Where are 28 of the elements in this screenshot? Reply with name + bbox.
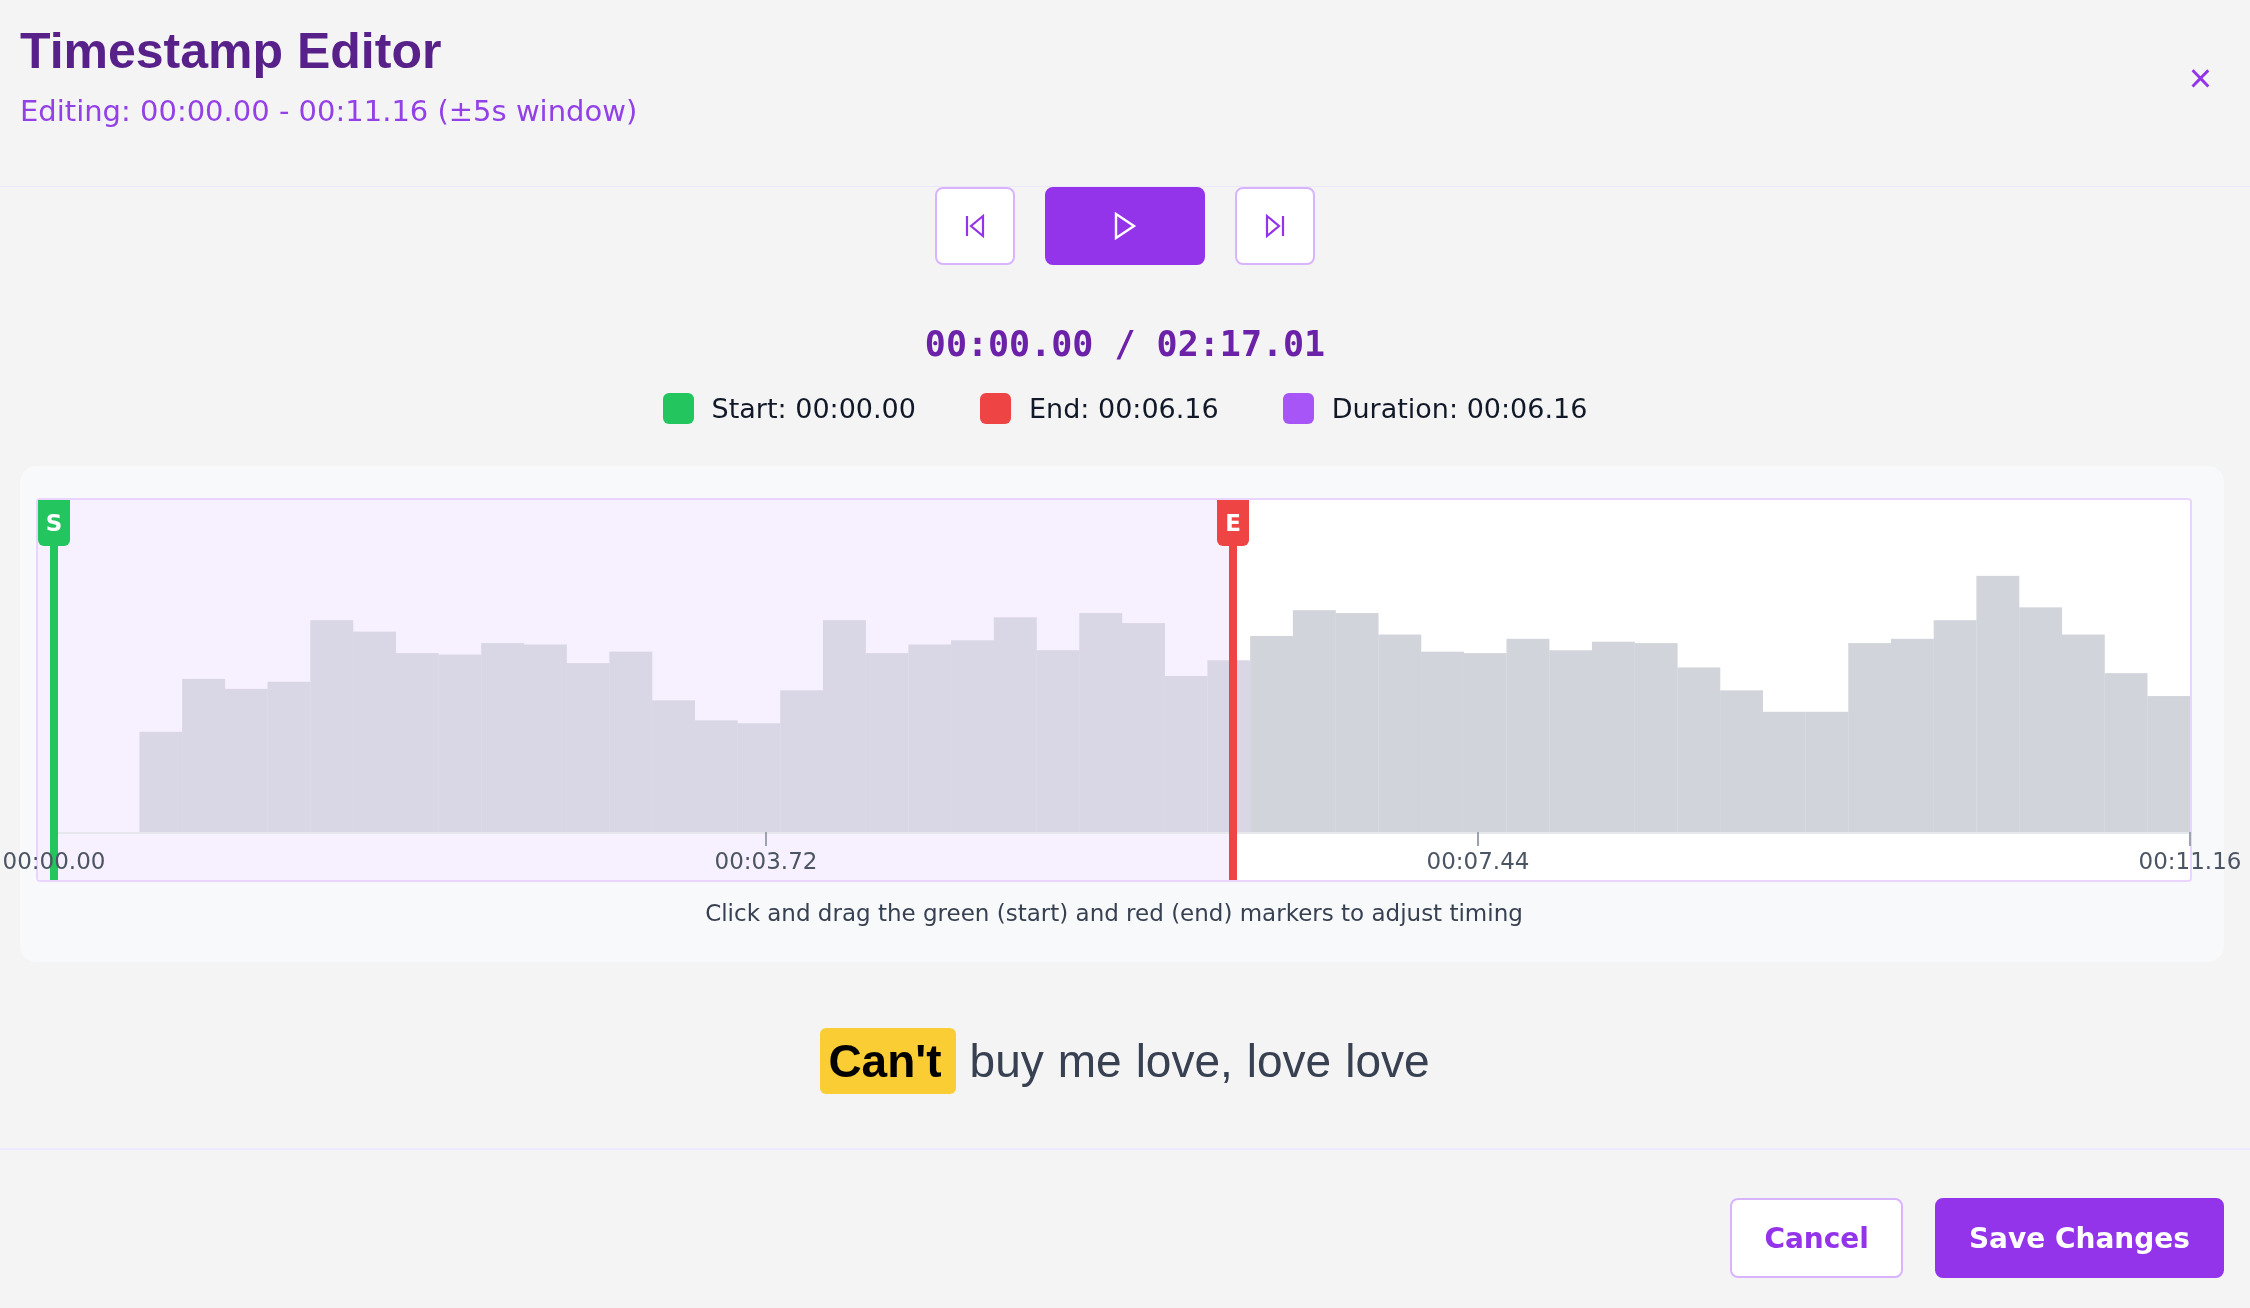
- close-button[interactable]: ×: [2184, 58, 2216, 98]
- axis-label: 00:03.72: [714, 848, 818, 874]
- axis-tick: [1477, 832, 1479, 846]
- lyric-word: me: [1057, 1034, 1122, 1089]
- play-icon: [1113, 212, 1137, 240]
- skip-forward-icon: [1264, 214, 1286, 238]
- axis-label: 00:07.44: [1426, 848, 1530, 874]
- axis-tick: [765, 832, 767, 846]
- lyric-word: love: [1345, 1034, 1430, 1089]
- hint-text: Click and drag the green (start) and red (end) markers to adjust timing: [704, 900, 1524, 926]
- legend-label: Duration: 00:06.16: [1331, 393, 1588, 424]
- end-marker-handle[interactable]: E: [1217, 500, 1250, 546]
- dialog-title: Timestamp Editor: [20, 22, 443, 80]
- lyric-word: love: [1246, 1034, 1332, 1089]
- axis-tick: [2189, 832, 2191, 846]
- axis-label: 00:11.16: [2138, 848, 2242, 874]
- skip-forward-button[interactable]: [1235, 187, 1315, 265]
- lyric-word: love,: [1135, 1034, 1233, 1089]
- save-button[interactable]: Save Changes: [1934, 1198, 2224, 1278]
- time-display: 00:00.00 / 02:17.01: [924, 324, 1326, 364]
- editing-range-text: Editing: 00:00.00 - 00:11.16 (±5s window): [20, 94, 638, 128]
- legend-label: Start: 00:00.00: [711, 393, 916, 424]
- skip-back-icon: [964, 214, 986, 238]
- skip-back-button[interactable]: [935, 187, 1015, 265]
- highlighted-word: Can't: [820, 1028, 956, 1094]
- lyric-word: buy: [969, 1034, 1044, 1089]
- legend-label: End: 00:06.16: [1028, 393, 1219, 424]
- cancel-button[interactable]: Cancel: [1730, 1198, 1903, 1278]
